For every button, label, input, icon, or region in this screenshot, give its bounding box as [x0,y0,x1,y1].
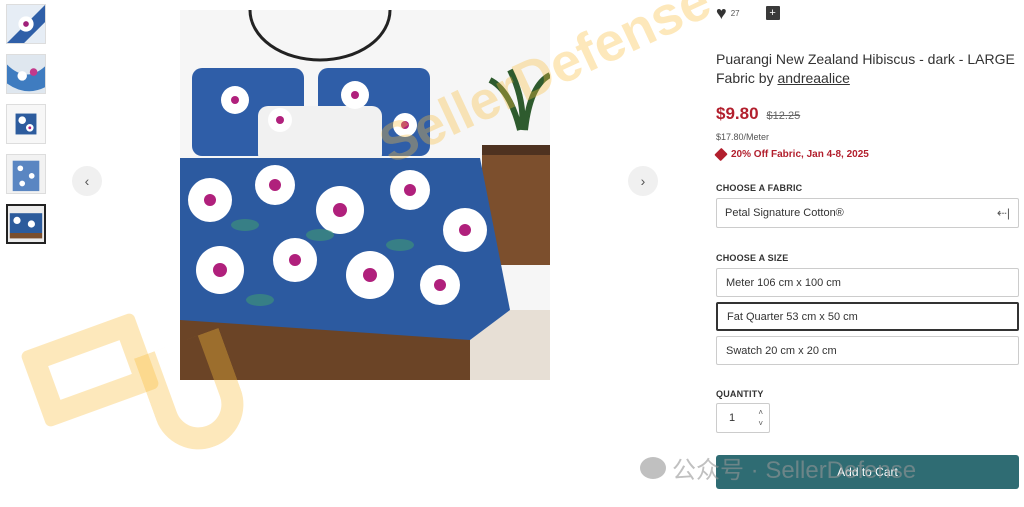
expand-arrow-icon: ⇠| [996,206,1010,220]
main-product-image [180,10,550,380]
promo-banner: 20% Off Fabric, Jan 4-8, 2025 [714,147,1019,162]
wechat-icon [640,456,666,479]
thumbnail-1[interactable] [6,4,46,44]
title-prefix: Puarangi New Zealand [716,51,863,67]
size-section-label: CHOOSE A SIZE [716,253,789,263]
size-option-meter[interactable]: Meter 106 cm x 100 cm [716,268,1019,297]
chevron-down-icon[interactable]: ˅ [758,418,763,429]
title-highlight: Hibiscus - dark [862,51,955,67]
thumbnail-strip [6,4,48,254]
tag-icon [714,147,728,162]
original-price: $12.25 [766,110,801,122]
product-details-panel: ♥ 27 + Puarangi New Zealand Hibiscus - d… [714,0,1019,489]
thumbnail-2[interactable] [6,54,46,94]
add-to-collection-icon[interactable]: + [765,6,780,20]
social-actions: ♥ 27 + [716,0,1019,26]
thumbnail-4[interactable] [6,154,46,194]
carousel-next-button[interactable]: › [628,166,658,196]
chevron-up-icon[interactable]: ˄ [758,407,763,418]
thumbnail-5-selected[interactable] [6,204,46,244]
size-option-swatch[interactable]: Swatch 20 cm x 20 cm [716,336,1019,365]
watermark-shape-1 [19,311,161,429]
favorites-count: 27 [730,8,740,18]
title-suffix: - LARGE [954,51,1015,67]
quantity-section-label: QUANTITY [716,389,764,399]
price-row: $9.80 $12.25 [716,104,1019,124]
thumbnail-3[interactable] [6,104,46,144]
chevron-left-icon: ‹ [84,173,90,189]
quantity-stepper[interactable]: 1 ˄ ˅ [716,403,770,433]
product-page: ‹ › SellerDefense ♥ 27 + Puarangi New Ze… [0,0,1024,507]
fabric-selected-value: Petal Signature Cotton® [725,207,844,219]
per-meter-price: $17.80/Meter [716,132,770,142]
fabric-by-label: Fabric by [716,70,778,86]
designer-link[interactable]: andreaalice [777,70,849,86]
sale-price: $9.80 [716,104,759,123]
heart-icon[interactable]: ♥ [716,4,727,22]
promo-text: 20% Off Fabric, Jan 4-8, 2025 [731,149,869,160]
fabric-section-label: CHOOSE A FABRIC [716,183,803,193]
product-title: Puarangi New Zealand Hibiscus - dark - L… [716,50,1019,88]
carousel-prev-button[interactable]: ‹ [72,166,102,196]
chevron-right-icon: › [640,173,646,189]
quantity-value[interactable]: 1 [729,412,735,424]
fabric-select[interactable]: Petal Signature Cotton® ⇠| [716,198,1019,228]
add-to-cart-button[interactable]: Add to Cart [716,455,1019,489]
size-option-fat-quarter[interactable]: Fat Quarter 53 cm x 50 cm [716,302,1019,331]
stepper-controls: ˄ ˅ [758,407,763,429]
